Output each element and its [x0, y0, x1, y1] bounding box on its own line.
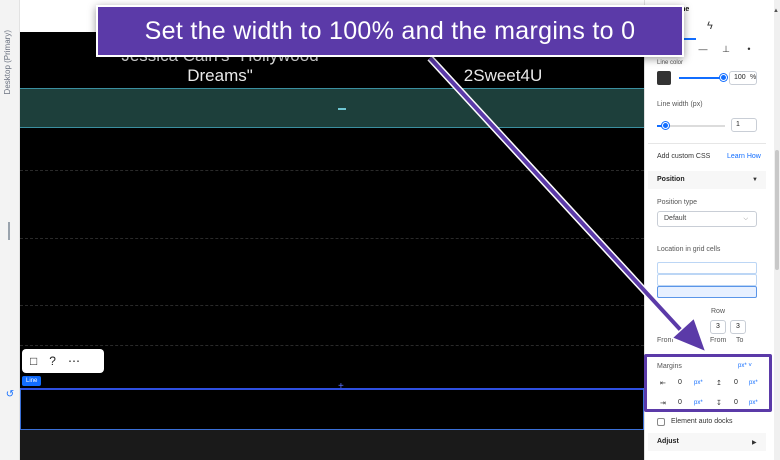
element-name-tag[interactable]: Line: [22, 376, 42, 386]
row-to-value: 3: [736, 323, 740, 330]
selection-box: [20, 388, 644, 430]
learn-how-link[interactable]: Learn How: [727, 153, 761, 160]
more-icon[interactable]: ⋯: [68, 349, 80, 373]
left-rail: Desktop (Primary) ↺: [0, 0, 20, 460]
custom-css-label: Add custom CSS: [657, 153, 711, 160]
row-to-label: To: [736, 337, 744, 344]
element-mini-toolbar: □ ? ⋯: [22, 349, 104, 373]
position-type-value: Default: [664, 215, 687, 222]
expand-caret-icon[interactable]: ▶: [752, 439, 757, 446]
canvas-footer-area: [20, 430, 644, 460]
opacity-slider-handle[interactable]: [720, 74, 727, 81]
row-to-input[interactable]: 3: [730, 320, 746, 334]
grid-line: [20, 170, 644, 171]
teal-strip-section[interactable]: [20, 88, 644, 128]
headline-right[interactable]: 2Sweet4U: [428, 66, 578, 86]
line-color-label: Line color: [657, 60, 684, 66]
column-from-label: From: [657, 337, 674, 344]
collapse-caret-icon[interactable]: ▼: [752, 177, 758, 183]
resize-handle[interactable]: [8, 222, 10, 240]
grid-location-label: Location in grid cells: [657, 246, 721, 253]
line-width-input[interactable]: 1: [731, 118, 757, 132]
panel-scrollbar[interactable]: [774, 0, 780, 460]
breakpoint-label[interactable]: Desktop (Primary): [3, 30, 17, 94]
scrollbar-thumb[interactable]: [775, 150, 779, 270]
align-middle-icon[interactable]: —: [696, 44, 710, 55]
auto-docks-checkbox[interactable]: [657, 418, 665, 426]
row-from-label: From: [710, 337, 727, 344]
grid-line: [20, 238, 644, 239]
row-from-value: 3: [716, 323, 720, 330]
grid-cell-row[interactable]: [657, 274, 757, 286]
align-bottom-icon[interactable]: ⊥: [719, 44, 733, 55]
editor-window: Desktop (Primary) ↺ Jessica Cain's "Holl…: [0, 0, 780, 460]
divider: [648, 143, 766, 144]
margins-highlight-box: [644, 354, 772, 412]
line-color-swatch[interactable]: [657, 71, 671, 85]
grid-line: [20, 305, 644, 306]
position-type-label: Position type: [657, 199, 698, 206]
position-section-title: Position: [657, 176, 685, 183]
comment-icon[interactable]: □: [30, 349, 37, 373]
auto-docks-label: Element auto docks: [671, 418, 733, 425]
line-width-value: 1: [736, 121, 740, 128]
scroll-up-icon[interactable]: ▲: [773, 8, 779, 14]
row-label: Row: [711, 308, 726, 315]
grid-cell-row[interactable]: [657, 262, 757, 274]
line-width-label: Line width (px): [657, 101, 703, 108]
opacity-unit: %: [750, 74, 757, 81]
line-width-slider-handle[interactable]: [662, 122, 669, 129]
distribute-icon[interactable]: •: [742, 44, 756, 55]
opacity-value: 100: [734, 74, 746, 81]
row-from-input[interactable]: 3: [710, 320, 726, 334]
chevron-down-icon: ⌵: [743, 216, 748, 222]
interactions-tab-icon[interactable]: ϟ: [707, 20, 713, 32]
grid-line: [20, 345, 644, 346]
editor-canvas[interactable]: Jessica Cain's "Hollywood Dreams" 2Sweet…: [20, 0, 644, 460]
undo-icon[interactable]: ↺: [3, 388, 17, 402]
grid-cell-row-selected[interactable]: [657, 286, 757, 298]
strip-handle[interactable]: [338, 108, 346, 110]
opacity-slider-track[interactable]: [679, 77, 725, 79]
position-type-dropdown[interactable]: Default ⌵: [657, 211, 757, 227]
adjust-section-title: Adjust: [657, 438, 679, 445]
help-icon[interactable]: ?: [49, 349, 56, 373]
instruction-banner: Set the width to 100% and the margins to…: [96, 5, 684, 57]
